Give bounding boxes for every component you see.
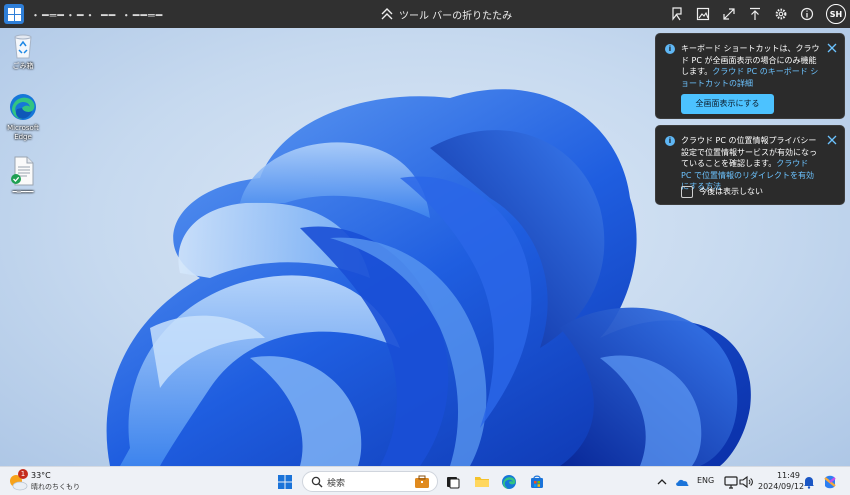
desktop-icon-document[interactable]: ━═━━━	[0, 156, 46, 197]
expand-icon	[723, 8, 735, 20]
weather-temperature: 33°C	[31, 471, 51, 480]
windows-start-icon[interactable]	[4, 4, 24, 24]
collapse-toolbar-label: ツール バーの折りたたみ	[399, 10, 513, 22]
show-hidden-icons-button[interactable]	[653, 473, 671, 491]
desktop: ごみ箱 Microsoft Edge ━═━━━ i キーボード ショートカット…	[0, 28, 850, 466]
upload-button[interactable]	[747, 6, 763, 22]
input-language-indicator[interactable]: ENG	[697, 476, 714, 485]
search-icon	[311, 476, 323, 488]
feedback-icon	[672, 7, 682, 21]
taskbar: 1 33°C 晴れのちくもり 検索 ENG 11:49 2024/09/12	[0, 466, 850, 495]
desktop-icon-label: Microsoft Edge	[7, 124, 39, 141]
taskbar-app-task-view[interactable]	[444, 473, 462, 491]
document-icon	[11, 156, 34, 186]
desktop-icon-edge[interactable]: Microsoft Edge	[0, 92, 46, 142]
close-icon[interactable]	[826, 134, 838, 146]
chevron-up-icon	[657, 479, 667, 485]
briefcase-icon	[415, 475, 429, 488]
gear-icon	[775, 8, 787, 20]
screenshot-button[interactable]	[695, 6, 711, 22]
speaker-icon	[739, 475, 753, 489]
notification-message: キーボード ショートカットは、クラウド PC が全画面表示の場合にのみ機能します…	[681, 43, 821, 89]
clock-date: 2024/09/12	[758, 482, 805, 491]
close-icon[interactable]	[826, 42, 838, 54]
taskbar-clock[interactable]: 11:49 2024/09/12	[758, 470, 805, 492]
arrow-up-icon	[750, 7, 760, 20]
enter-fullscreen-button[interactable]: 全画面表示にする	[681, 94, 774, 114]
clock-time: 11:49	[776, 471, 800, 480]
location-privacy-notification: i クラウド PC の位置情報プライバシー設定で位置情報サービスが有効になってい…	[655, 125, 845, 205]
settings-button[interactable]	[773, 6, 789, 22]
collapse-toolbar-button[interactable]: ツール バーの折りたたみ	[380, 6, 512, 22]
info-icon	[800, 7, 814, 21]
desktop-icon-recycle-bin[interactable]: ごみ箱	[0, 32, 46, 71]
taskbar-app-briefcase[interactable]	[413, 473, 431, 491]
edge-icon	[502, 475, 516, 489]
fullscreen-button[interactable]	[721, 6, 737, 22]
image-icon	[696, 7, 710, 21]
weather-condition: 晴れのちくもり	[31, 483, 80, 491]
edge-icon	[10, 94, 36, 120]
start-button[interactable]	[276, 473, 294, 491]
bell-icon	[804, 477, 814, 489]
dont-show-again-checkbox[interactable]	[681, 186, 693, 198]
notification-message: クラウド PC の位置情報プライバシー設定で位置情報サービスが有効になっているこ…	[681, 135, 821, 193]
notifications-button[interactable]	[800, 473, 818, 491]
info-icon: i	[665, 136, 675, 146]
weather-alert-badge: 1	[18, 469, 28, 479]
folder-icon	[475, 477, 489, 487]
cloud-icon	[676, 479, 689, 486]
recycle-bin-icon	[14, 34, 32, 59]
info-icon: i	[665, 44, 675, 54]
desktop-icon-label: ━═━━━	[12, 188, 34, 196]
double-chevron-up-icon	[381, 8, 393, 20]
copilot-button[interactable]	[821, 473, 839, 491]
onedrive-button[interactable]	[673, 473, 691, 491]
info-button[interactable]	[799, 6, 815, 22]
search-placeholder: 検索	[327, 479, 346, 489]
task-view-icon	[447, 477, 460, 489]
windows-logo-icon	[278, 475, 292, 489]
dont-show-again-label: 今後は表示しない	[699, 187, 763, 196]
desktop-icon-label: ごみ箱	[12, 62, 34, 70]
volume-button[interactable]	[737, 473, 755, 491]
copilot-icon	[824, 475, 836, 489]
taskbar-app-edge[interactable]	[500, 473, 518, 491]
session-title: ・━═━・━・ ━━ ・━━═━	[30, 9, 164, 22]
keyboard-shortcut-notification: i キーボード ショートカットは、クラウド PC が全画面表示の場合にのみ機能し…	[655, 33, 845, 119]
feedback-button[interactable]	[669, 6, 685, 22]
taskbar-app-store[interactable]	[528, 473, 546, 491]
taskbar-app-file-explorer[interactable]	[473, 473, 491, 491]
remote-toolbar: ・━═━・━・ ━━ ・━━═━ ツール バーの折りたたみ SH	[0, 0, 850, 28]
user-avatar[interactable]: SH	[826, 4, 846, 24]
store-icon	[531, 475, 543, 488]
